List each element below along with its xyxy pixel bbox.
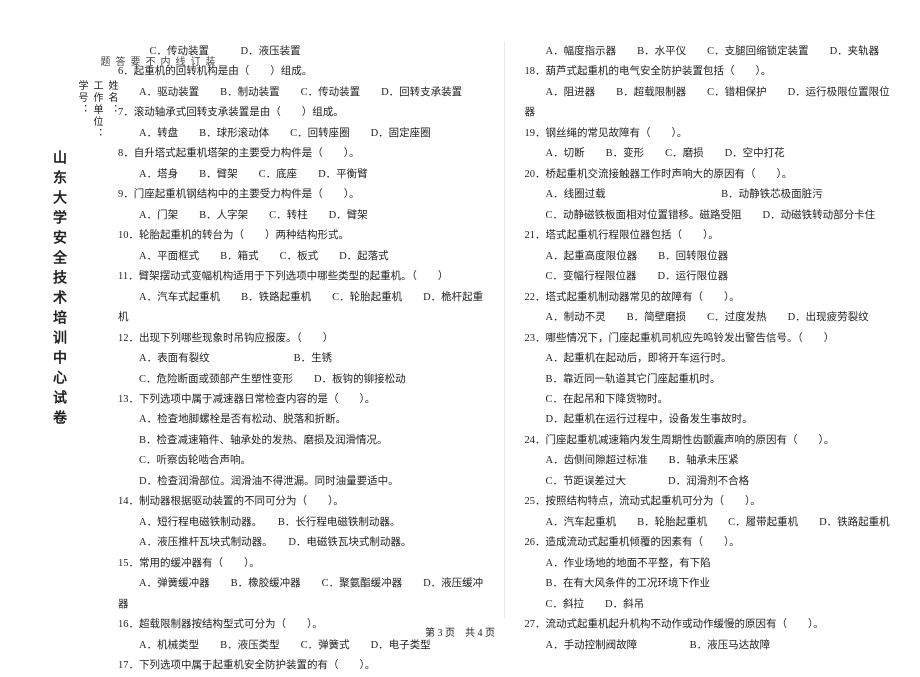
opt-line: D．起重机在运行过程中，设备发生事故时。 [525,410,891,430]
q-line: 7．滚动轴承式回转支承装置是由（ ）组成。 [118,103,484,123]
column-left: C．传动装置 D．液压装置 6．起重机的回转机构是由（ ）组成。 A．驱动装置 … [118,42,484,619]
q-line: 6．起重机的回转机构是由（ ）组成。 [118,62,484,82]
opt-line: A．汽车式起重机 B．铁路起重机 C．轮胎起重机 D．桅杆起重机 [118,288,484,329]
q-line: 20．桥起重机交流接触器工作时声响大的原因有（ ）。 [525,165,891,185]
opt-line: A．检查地脚螺栓是否有松动、脱落和折断。 [118,410,484,430]
opt-line: C．动静磁铁板面相对位置错移。磁路受阻 D．动磁铁转动部分卡住 [525,206,891,226]
q-line: 12．出现下列哪些现象时吊钩应报废。（ ） [118,329,484,349]
q-line: 21．塔式起重机行程限位器包括（ ）。 [525,226,891,246]
opt-line: A．起重高度限位器 B．回转限位器 [525,247,891,267]
opt-line: C．斜拉 D．斜吊 [525,595,891,615]
opt-line: A．切断 B．变形 C．磨损 D．空中打花 [525,144,891,164]
column-right: A．幅度指示器 B．水平仪 C．支腿回缩锁定装置 D．夹轨器 18．葫芦式起重机… [525,42,891,619]
opt-line: C．节距误差过大 D．润滑剂不合格 [525,472,891,492]
opt-line: C．听察齿轮啮合声响。 [118,451,484,471]
q-line: 26．造成流动式起重机倾覆的因素有（ ）。 [525,533,891,553]
opt-line: C．危险断面或颈部产生塑性变形 D．板钩的铆接松动 [118,370,484,390]
opt-line: A．转盘 B．球形滚动体 C．回转座圈 D．固定座圈 [118,124,484,144]
opt-line: B．检查减速箱件、轴承处的发热、磨损及润滑情况。 [118,431,484,451]
opt-line: A．阻进器 B．超载限制器 C．错相保护 D．运行极限位置限位器 [525,83,891,124]
opt-line: A．齿侧间隙超过标准 B．轴承未压紧 [525,451,891,471]
opt-line: D．检查润滑部位。润滑油不得泄漏。同时油量要适中。 [118,472,484,492]
opt-line: A．驱动装置 B．制动装置 C．传动装置 D．回转支承装置 [118,83,484,103]
opt-line: A．幅度指示器 B．水平仪 C．支腿回缩锁定装置 D．夹轨器 [525,42,891,62]
q-line: 13．下列选项中属于减速器日常检查内容的是（ ）。 [118,390,484,410]
opt-line: A．塔身 B．臂架 C．底座 D．平衡臂 [118,165,484,185]
opt-line: C．在起吊和下降货物时。 [525,390,891,410]
opt-line: B．靠近同一轨道其它门座起重机时。 [525,370,891,390]
page-columns: C．传动装置 D．液压装置 6．起重机的回转机构是由（ ）组成。 A．驱动装置 … [118,42,890,619]
opt-line: A．表面有裂纹 B．生锈 [118,349,484,369]
doc-vertical-title: 山东大学安全技术培训中心试卷 [48,150,68,430]
q-line: 9．门座起重机钢结构中的主要受力构件是（ ）。 [118,185,484,205]
field-id: 学号： [74,80,89,500]
q-line: 17．下列选项中属于起重机安全防护装置的有（ ）。 [118,656,484,676]
opt-line: A．起重机在起动后，即将开车运行时。 [525,349,891,369]
opt-line: A．汽车起重机 B．轮胎起重机 C．履带起重机 D．铁路起重机 [525,513,891,533]
opt-line: A．平面框式 B．箱式 C．板式 D．起落式 [118,247,484,267]
q-line: 15．常用的缓冲器有（ ）。 [118,554,484,574]
q-line: 8．自升塔式起重机塔架的主要受力构件是（ ）。 [118,144,484,164]
opt-line: A．弹簧缓冲器 B．橡胶缓冲器 C．聚氨酯缓冲器 D．液压缓冲器 [118,574,484,615]
mark-h: 题 [96,56,111,516]
opt-line: A．线圈过载 B．动静铁芯极面脏污 [525,185,891,205]
q-line: 22．塔式起重机制动器常见的故障有（ ）。 [525,288,891,308]
opt-line: A．制动不灵 B．简壁磨损 C．过度发热 D．出现疲劳裂纹 [525,308,891,328]
q-line: 25．按照结构特点，流动式起重机可分为（ ）。 [525,492,891,512]
page-footer: 第 3 页 共 4 页 [0,624,920,639]
opt-line: A．短行程电磁铁制动器。 B．长行程电磁铁制动器。 [118,513,484,533]
opt-line: C．传动装置 D．液压装置 [118,42,484,62]
opt-line: B．在有大风条件的工况环境下作业 [525,574,891,594]
q-line: 18．葫芦式起重机的电气安全防护装置包括（ ）。 [525,62,891,82]
column-divider [504,42,505,619]
q-line: 24．门座起重机减速箱内发生周期性齿颤震声响的原因有（ ）。 [525,431,891,451]
opt-line: A．作业场地的地面不平整，有下陷 [525,554,891,574]
q-line: 19．钢丝绳的常见故障有（ ）。 [525,124,891,144]
opt-line: C．变幅行程限位器 D．运行限位器 [525,267,891,287]
q-line: 10．轮胎起重机的转台为（ ）两种结构形式。 [118,226,484,246]
q-line: 14．制动器根据驱动装置的不同可分为（ ）。 [118,492,484,512]
q-line: 23．哪些情况下，门座起重机司机应先鸣铃发出警告信号。（ ） [525,329,891,349]
opt-line: A．门架 B．人字架 C．转柱 D．臂架 [118,206,484,226]
q-line: 11．臂架摆动式变幅机构适用于下列选项中哪些类型的起重机。（ ） [118,267,484,287]
opt-line: A．液压推杆瓦块式制动器。 D．电磁铁瓦块式制动器。 [118,533,484,553]
